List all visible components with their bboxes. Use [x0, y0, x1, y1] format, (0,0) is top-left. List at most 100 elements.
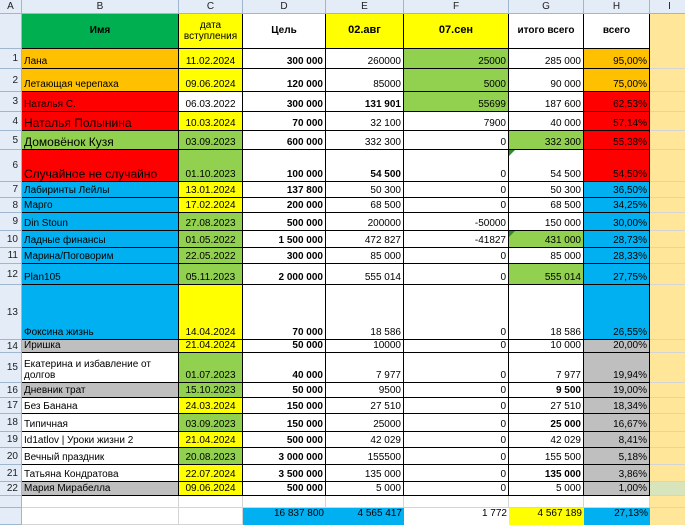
- cell-aug[interactable]: 50 300: [326, 182, 404, 198]
- cell-date[interactable]: 01.10.2023: [179, 150, 243, 182]
- cell-total[interactable]: 90 000: [509, 69, 584, 92]
- cell-name[interactable]: Лана: [22, 49, 179, 69]
- cell-empty[interactable]: [326, 496, 404, 508]
- cell-goal[interactable]: 500 000: [243, 482, 326, 496]
- row-header[interactable]: 7: [0, 182, 22, 198]
- cell-total[interactable]: 54 500: [509, 150, 584, 182]
- cell-sep[interactable]: 0: [404, 264, 509, 285]
- cell-aug[interactable]: 54 500: [326, 150, 404, 182]
- cell-name[interactable]: Без Банана: [22, 398, 179, 414]
- column-header-i[interactable]: I: [650, 0, 685, 14]
- cell-date[interactable]: 09.06.2024: [179, 69, 243, 92]
- cell-name[interactable]: Фоксина жизнь: [22, 285, 179, 340]
- cell-goal[interactable]: 70 000: [243, 285, 326, 340]
- column-header-h[interactable]: H: [584, 0, 650, 14]
- row-header[interactable]: 19: [0, 432, 22, 448]
- cell-sep[interactable]: 0: [404, 285, 509, 340]
- cell-date[interactable]: 06.03.2022: [179, 92, 243, 112]
- cell-goal[interactable]: 120 000: [243, 69, 326, 92]
- row-header[interactable]: 10: [0, 231, 22, 248]
- cell-aug[interactable]: 555 014: [326, 264, 404, 285]
- column-header-b[interactable]: B: [22, 0, 179, 14]
- row-header[interactable]: 5: [0, 131, 22, 150]
- cell-i[interactable]: [650, 69, 685, 92]
- cell-name[interactable]: Наталья С.: [22, 92, 179, 112]
- row-header[interactable]: 18: [0, 414, 22, 432]
- cell-date[interactable]: 01.05.2022: [179, 231, 243, 248]
- cell-date[interactable]: 21.04.2024: [179, 340, 243, 353]
- total-total[interactable]: 4 567 189: [509, 508, 584, 525]
- cell-name[interactable]: Вечный праздник: [22, 448, 179, 465]
- cell-sep[interactable]: 0: [404, 383, 509, 398]
- row-header[interactable]: 13: [0, 285, 22, 340]
- cell-date[interactable]: 03.09.2023: [179, 414, 243, 432]
- header-aug[interactable]: 02.авг: [326, 14, 404, 49]
- cell-goal[interactable]: 500 000: [243, 432, 326, 448]
- row-header[interactable]: 22: [0, 482, 22, 496]
- cell-i[interactable]: [650, 198, 685, 213]
- cell-percent[interactable]: 95,00%: [584, 49, 650, 69]
- cell-date[interactable]: 03.09.2023: [179, 131, 243, 150]
- column-header-g[interactable]: G: [509, 0, 584, 14]
- column-header-d[interactable]: D: [243, 0, 326, 14]
- row-header[interactable]: 15: [0, 353, 22, 383]
- column-header-e[interactable]: E: [326, 0, 404, 14]
- cell-name[interactable]: Марина/Поговорим: [22, 248, 179, 264]
- cell-total[interactable]: 285 000: [509, 49, 584, 69]
- cell-i[interactable]: [650, 131, 685, 150]
- row-header[interactable]: [0, 508, 22, 525]
- column-header-a[interactable]: A: [0, 0, 22, 14]
- cell-aug[interactable]: 332 300: [326, 131, 404, 150]
- cell-sep[interactable]: 0: [404, 414, 509, 432]
- cell-aug[interactable]: 5 000: [326, 482, 404, 496]
- cell-sep[interactable]: -41827: [404, 231, 509, 248]
- cell-date[interactable]: 17.02.2024: [179, 198, 243, 213]
- cell-empty[interactable]: [22, 496, 179, 508]
- cell-goal[interactable]: 3 000 000: [243, 448, 326, 465]
- cell-date[interactable]: 05.11.2023: [179, 264, 243, 285]
- cell-date[interactable]: 15.10.2023: [179, 383, 243, 398]
- cell-name[interactable]: Лабиринты Лейлы: [22, 182, 179, 198]
- cell-i[interactable]: [650, 213, 685, 231]
- cell-total[interactable]: 10 000: [509, 340, 584, 353]
- cell-date[interactable]: 09.06.2024: [179, 482, 243, 496]
- cell-name[interactable]: Домовёнок Кузя: [22, 131, 179, 150]
- cell-goal[interactable]: 300 000: [243, 92, 326, 112]
- header-total[interactable]: итого всего: [509, 14, 584, 49]
- cell-i[interactable]: [650, 465, 685, 482]
- cell-percent[interactable]: 5,18%: [584, 448, 650, 465]
- cell-percent[interactable]: 18,34%: [584, 398, 650, 414]
- cell-aug[interactable]: 68 500: [326, 198, 404, 213]
- cell-total[interactable]: 135 000: [509, 465, 584, 482]
- cell-empty[interactable]: [22, 508, 179, 525]
- cell-total[interactable]: 25 000: [509, 414, 584, 432]
- cell-aug[interactable]: 42 029: [326, 432, 404, 448]
- cell-percent[interactable]: 36,50%: [584, 182, 650, 198]
- cell-goal[interactable]: 1 500 000: [243, 231, 326, 248]
- row-header[interactable]: 4: [0, 112, 22, 131]
- cell-i[interactable]: [650, 49, 685, 69]
- cell-percent[interactable]: 1,00%: [584, 482, 650, 496]
- cell-percent[interactable]: 27,75%: [584, 264, 650, 285]
- cell-name[interactable]: Din Stoun: [22, 213, 179, 231]
- cell-total[interactable]: 187 600: [509, 92, 584, 112]
- row-header[interactable]: [0, 14, 22, 49]
- cell-date[interactable]: 01.07.2023: [179, 353, 243, 383]
- cell-name[interactable]: Мария Мирабелла: [22, 482, 179, 496]
- cell-empty[interactable]: [179, 508, 243, 525]
- cell-empty[interactable]: [650, 496, 685, 508]
- cell-name[interactable]: Plan105: [22, 264, 179, 285]
- cell-percent[interactable]: 62,53%: [584, 92, 650, 112]
- cell-percent[interactable]: 75,00%: [584, 69, 650, 92]
- cell-percent[interactable]: 34,25%: [584, 198, 650, 213]
- cell-percent[interactable]: 57,14%: [584, 112, 650, 131]
- row-header[interactable]: 17: [0, 398, 22, 414]
- cell-percent[interactable]: 19,00%: [584, 383, 650, 398]
- cell-date[interactable]: 20.08.2023: [179, 448, 243, 465]
- cell-percent[interactable]: 54,50%: [584, 150, 650, 182]
- cell-empty[interactable]: [584, 496, 650, 508]
- column-header-f[interactable]: F: [404, 0, 509, 14]
- total-sep[interactable]: 1 772: [404, 508, 509, 525]
- cell-aug[interactable]: 85000: [326, 69, 404, 92]
- cell-aug[interactable]: 155500: [326, 448, 404, 465]
